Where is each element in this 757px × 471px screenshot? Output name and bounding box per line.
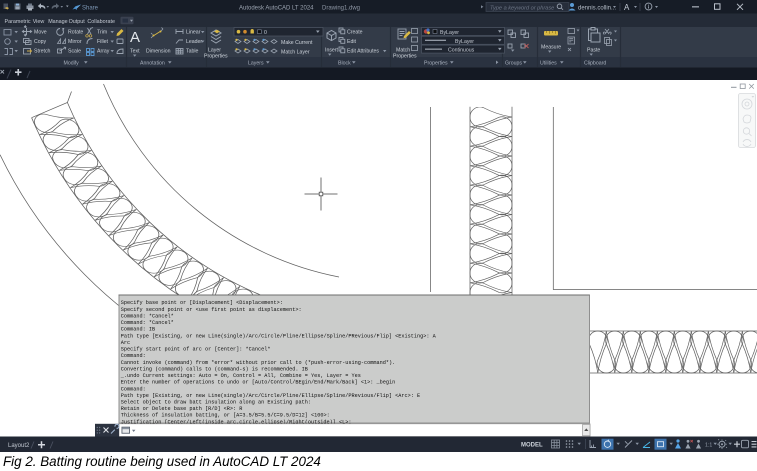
svg-text:1:1: 1:1: [705, 442, 712, 448]
svg-text:Move: Move: [34, 30, 47, 36]
svg-text:ByLayer: ByLayer: [440, 30, 459, 36]
svg-text:Mirror: Mirror: [68, 39, 82, 45]
svg-text:Dimension: Dimension: [146, 49, 171, 55]
svg-text:Modify: Modify: [64, 60, 80, 66]
svg-text:Create: Create: [347, 30, 363, 36]
svg-text:Match Layer: Match Layer: [281, 50, 310, 56]
svg-text:Layers: Layers: [248, 60, 264, 66]
svg-text:Autodesk AutoCAD LT 2024: Autodesk AutoCAD LT 2024: [239, 5, 314, 11]
svg-text:A: A: [624, 3, 630, 12]
svg-text:Specify second point or <use f: Specify second point or <use first point…: [121, 307, 302, 313]
svg-text:Command: IB: Command: IB: [121, 327, 155, 333]
svg-text:Command:: Command:: [121, 386, 146, 392]
svg-text:Annotation: Annotation: [140, 60, 165, 66]
svg-text:Command: *Cancel*: Command: *Cancel*: [121, 313, 174, 319]
svg-text:Drawing1.dwg: Drawing1.dwg: [322, 5, 360, 11]
svg-text:Paste: Paste: [587, 48, 600, 54]
svg-text:_.undo Current settings: Auto: _.undo Current settings: Auto = On, Cont…: [120, 373, 361, 379]
svg-text:ByLayer: ByLayer: [455, 39, 474, 45]
svg-text:Properties: Properties: [204, 54, 228, 60]
svg-text:Edit: Edit: [347, 39, 356, 45]
svg-text:Continuous: Continuous: [448, 48, 475, 54]
svg-text:Scale: Scale: [68, 49, 81, 55]
svg-text:Layout2: Layout2: [8, 443, 30, 449]
svg-text:View: View: [33, 19, 45, 25]
svg-text:Path type [Existing, or new Li: Path type [Existing, or new Line(single)…: [121, 333, 437, 339]
svg-text:Properties: Properties: [424, 60, 448, 66]
svg-text:Properties: Properties: [393, 54, 417, 60]
svg-text:Enter the number of operations: Enter the number of operations to undo o…: [121, 380, 395, 386]
svg-text:Table: Table: [186, 49, 199, 55]
svg-text:Array: Array: [97, 49, 110, 55]
svg-text:Parametric: Parametric: [5, 19, 31, 25]
svg-text:A: A: [130, 29, 140, 46]
svg-text:Stretch: Stretch: [34, 49, 51, 55]
svg-text:Groups: Groups: [505, 60, 522, 66]
svg-text:Edit Attributes: Edit Attributes: [347, 49, 379, 55]
svg-text:Select object to draw batt ins: Select object to draw batt insulation al…: [121, 400, 311, 406]
svg-text:Collaborate: Collaborate: [87, 19, 115, 25]
svg-text:Insert: Insert: [325, 48, 339, 54]
svg-text:Type a keyword or phrase: Type a keyword or phrase: [490, 5, 554, 11]
svg-text:Make Current: Make Current: [281, 40, 313, 46]
svg-text:Leader: Leader: [186, 39, 202, 45]
svg-text:Cannot invoke (command) from *: Cannot invoke (command) from *error* wit…: [121, 360, 395, 366]
svg-text:Manage: Manage: [48, 19, 67, 25]
svg-text:Command: *Cancel*: Command: *Cancel*: [121, 320, 174, 326]
svg-text:Arc: Arc: [121, 340, 130, 346]
svg-text:Copy: Copy: [34, 39, 47, 45]
svg-text:Specify base point or [Displac: Specify base point or [Displacement] <Di…: [121, 300, 283, 306]
svg-text:Fillet: Fillet: [97, 39, 109, 45]
svg-text:Path type [Existing, or new Li: Path type [Existing, or new Line(single)…: [121, 393, 420, 399]
svg-text:dennis.collin...: dennis.collin...: [578, 5, 616, 11]
svg-text:Output: Output: [69, 19, 86, 25]
svg-text:Retain or Delete base path [R/: Retain or Delete base path [R/D] <R>: R: [121, 406, 243, 412]
svg-text:Converting (command) calls to: Converting (command) calls to (command-s…: [121, 366, 308, 372]
svg-text:Block: Block: [338, 60, 351, 66]
svg-text:Linear: Linear: [186, 30, 201, 36]
svg-text:Command:: Command:: [121, 353, 146, 359]
svg-text:Measure: Measure: [541, 45, 561, 51]
svg-text:Thickness of insulation battin: Thickness of insulation batting, or [A=3…: [121, 413, 330, 419]
svg-text:Specify start point of arc or: Specify start point of arc or [Center]: …: [121, 347, 271, 353]
svg-text:MODEL: MODEL: [521, 443, 543, 449]
svg-text:Trim: Trim: [97, 30, 107, 36]
svg-text:Text: Text: [130, 49, 140, 55]
svg-text:0: 0: [264, 30, 267, 36]
svg-text:Utilities: Utilities: [540, 60, 557, 66]
svg-text:Clipboard: Clipboard: [584, 60, 606, 66]
svg-text:Rotate: Rotate: [68, 30, 83, 36]
svg-text:Share: Share: [82, 6, 99, 12]
